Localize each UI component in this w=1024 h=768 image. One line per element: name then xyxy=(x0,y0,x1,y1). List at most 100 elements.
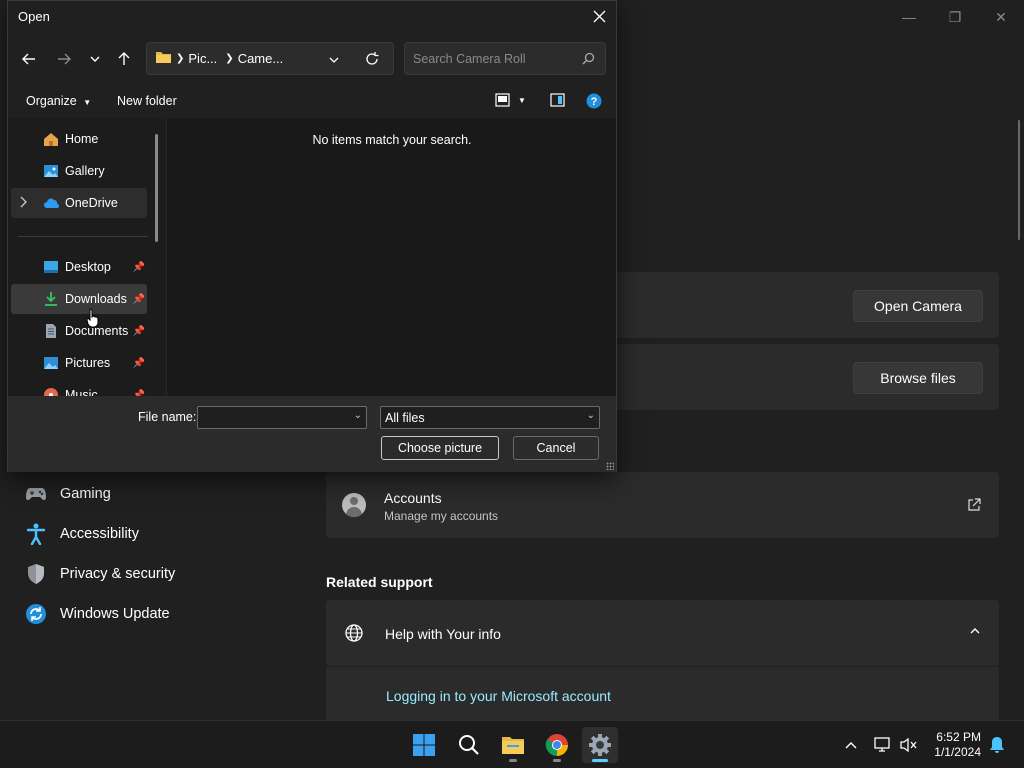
pin-icon[interactable]: 📌 xyxy=(133,262,145,273)
clock-date: 1/1/2024 xyxy=(934,745,981,759)
restore-button[interactable]: ❐ xyxy=(932,6,978,28)
running-indicator xyxy=(553,759,561,762)
tree-item-home[interactable]: Home xyxy=(11,124,147,154)
minimize-button[interactable]: — xyxy=(886,6,932,28)
network-icon[interactable] xyxy=(872,733,894,757)
pin-icon[interactable]: 📌 xyxy=(133,326,145,337)
gamepad-icon xyxy=(24,482,48,506)
tree-label: OneDrive xyxy=(65,196,118,210)
music-icon xyxy=(44,388,58,396)
file-list-pane[interactable]: No items match your search. xyxy=(166,118,616,396)
search-icon[interactable] xyxy=(582,52,595,68)
empty-message: No items match your search. xyxy=(312,133,472,147)
nav-gaming-label: Gaming xyxy=(60,486,111,502)
arrow-left-icon xyxy=(22,53,35,65)
settings-taskbar-button[interactable] xyxy=(582,727,618,763)
chevron-up-icon[interactable] xyxy=(969,625,981,640)
shield-icon xyxy=(24,562,48,586)
file-name-field[interactable]: ⌄ xyxy=(197,406,367,429)
new-folder-button[interactable]: New folder xyxy=(117,94,177,108)
browse-files-button[interactable]: Browse files xyxy=(853,362,983,394)
close-icon xyxy=(593,10,605,22)
file-explorer-icon xyxy=(502,737,524,754)
ms-account-link[interactable]: Logging in to your Microsoft account xyxy=(386,688,611,704)
accounts-subtitle: Manage my accounts xyxy=(384,509,499,523)
tree-scrollbar[interactable] xyxy=(155,134,158,242)
up-button[interactable] xyxy=(112,45,136,73)
dialog-close-button[interactable] xyxy=(586,3,612,29)
chevron-down-icon[interactable]: ⌄ xyxy=(587,410,595,421)
related-support-heading: Related support xyxy=(326,574,433,590)
expand-chevron-icon[interactable] xyxy=(19,196,27,211)
tree-item-documents[interactable]: Documents 📌 xyxy=(11,316,147,346)
notification-bell-icon[interactable] xyxy=(986,733,1008,757)
forward-button[interactable] xyxy=(52,45,76,73)
nav-accessibility[interactable]: Accessibility xyxy=(24,516,139,552)
pictures-icon xyxy=(44,357,58,369)
tree-item-gallery[interactable]: Gallery xyxy=(11,156,147,186)
tree-item-onedrive[interactable]: OneDrive xyxy=(11,188,147,218)
running-indicator xyxy=(509,759,517,762)
view-options-button[interactable]: ▼ xyxy=(495,93,526,107)
home-icon xyxy=(44,133,58,146)
breadcrumb-sep-icon: ❯ xyxy=(225,53,234,64)
external-link-icon xyxy=(967,498,981,515)
nav-gaming[interactable]: Gaming xyxy=(24,476,111,512)
close-window-button[interactable]: ✕ xyxy=(978,6,1024,28)
accounts-card[interactable]: Accounts Manage my accounts xyxy=(326,472,999,538)
accounts-title: Accounts xyxy=(384,490,442,506)
choose-picture-button[interactable]: Choose picture xyxy=(381,436,499,460)
accounts-icon xyxy=(342,493,366,517)
help-button[interactable]: ? xyxy=(586,93,602,112)
globe-icon xyxy=(344,623,364,646)
active-indicator xyxy=(592,759,608,762)
search-input[interactable] xyxy=(413,51,573,66)
address-dropdown-icon[interactable] xyxy=(329,52,339,67)
nav-privacy[interactable]: Privacy & security xyxy=(24,556,175,592)
download-icon xyxy=(45,292,57,306)
gallery-icon xyxy=(44,165,58,177)
open-camera-button[interactable]: Open Camera xyxy=(853,290,983,322)
search-taskbar-button[interactable] xyxy=(451,727,487,763)
show-hidden-icons-button[interactable] xyxy=(840,733,862,757)
pin-icon[interactable]: 📌 xyxy=(133,294,145,305)
volume-muted-icon[interactable] xyxy=(898,733,920,757)
chrome-button[interactable] xyxy=(539,727,575,763)
nav-windows-update[interactable]: Windows Update xyxy=(24,596,170,632)
file-explorer-button[interactable] xyxy=(495,727,531,763)
start-button[interactable] xyxy=(406,727,442,763)
dialog-title: Open xyxy=(18,9,50,24)
tree-item-pictures[interactable]: Pictures 📌 xyxy=(11,348,147,378)
refresh-button[interactable] xyxy=(361,48,383,70)
chevron-down-icon[interactable]: ⌄ xyxy=(354,410,362,421)
tree-label: Downloads xyxy=(65,292,127,306)
preview-pane-button[interactable] xyxy=(550,93,565,110)
caret-down-icon: ▼ xyxy=(518,95,526,105)
tree-item-desktop[interactable]: Desktop 📌 xyxy=(11,252,147,282)
scrollbar[interactable] xyxy=(1018,120,1020,240)
arrow-right-icon xyxy=(58,53,71,65)
recent-locations-button[interactable] xyxy=(83,45,107,73)
resize-grip-icon[interactable] xyxy=(606,462,614,470)
cancel-button[interactable]: Cancel xyxy=(513,436,599,460)
search-box[interactable] xyxy=(404,42,606,75)
navigation-pane[interactable]: Home Gallery OneDrive Desktop 📌 Download… xyxy=(8,118,166,396)
nav-windows-update-label: Windows Update xyxy=(60,606,170,622)
chevron-up-icon xyxy=(845,742,857,749)
file-type-value: All files xyxy=(385,410,425,425)
address-bar[interactable]: ❯ Pic... ❯ Came... xyxy=(146,42,394,75)
tree-label: Home xyxy=(65,132,99,146)
view-layout-icon xyxy=(495,93,510,107)
file-type-select[interactable]: All files ⌄ xyxy=(380,406,600,429)
organize-menu[interactable]: Organize ▼ xyxy=(26,94,91,108)
tree-item-music[interactable]: Music 📌 xyxy=(11,380,147,396)
breadcrumb-camera-roll[interactable]: Came... xyxy=(238,51,284,66)
clock-time: 6:52 PM xyxy=(936,730,981,744)
folder-icon xyxy=(155,50,172,67)
system-clock[interactable]: 6:52 PM 1/1/2024 xyxy=(934,730,981,760)
back-button[interactable] xyxy=(17,45,41,73)
help-card[interactable]: Help with Your info xyxy=(326,600,999,666)
tree-item-downloads[interactable]: Downloads 📌 xyxy=(11,284,147,314)
pin-icon[interactable]: 📌 xyxy=(133,358,145,369)
breadcrumb-pictures[interactable]: Pic... xyxy=(188,51,217,66)
